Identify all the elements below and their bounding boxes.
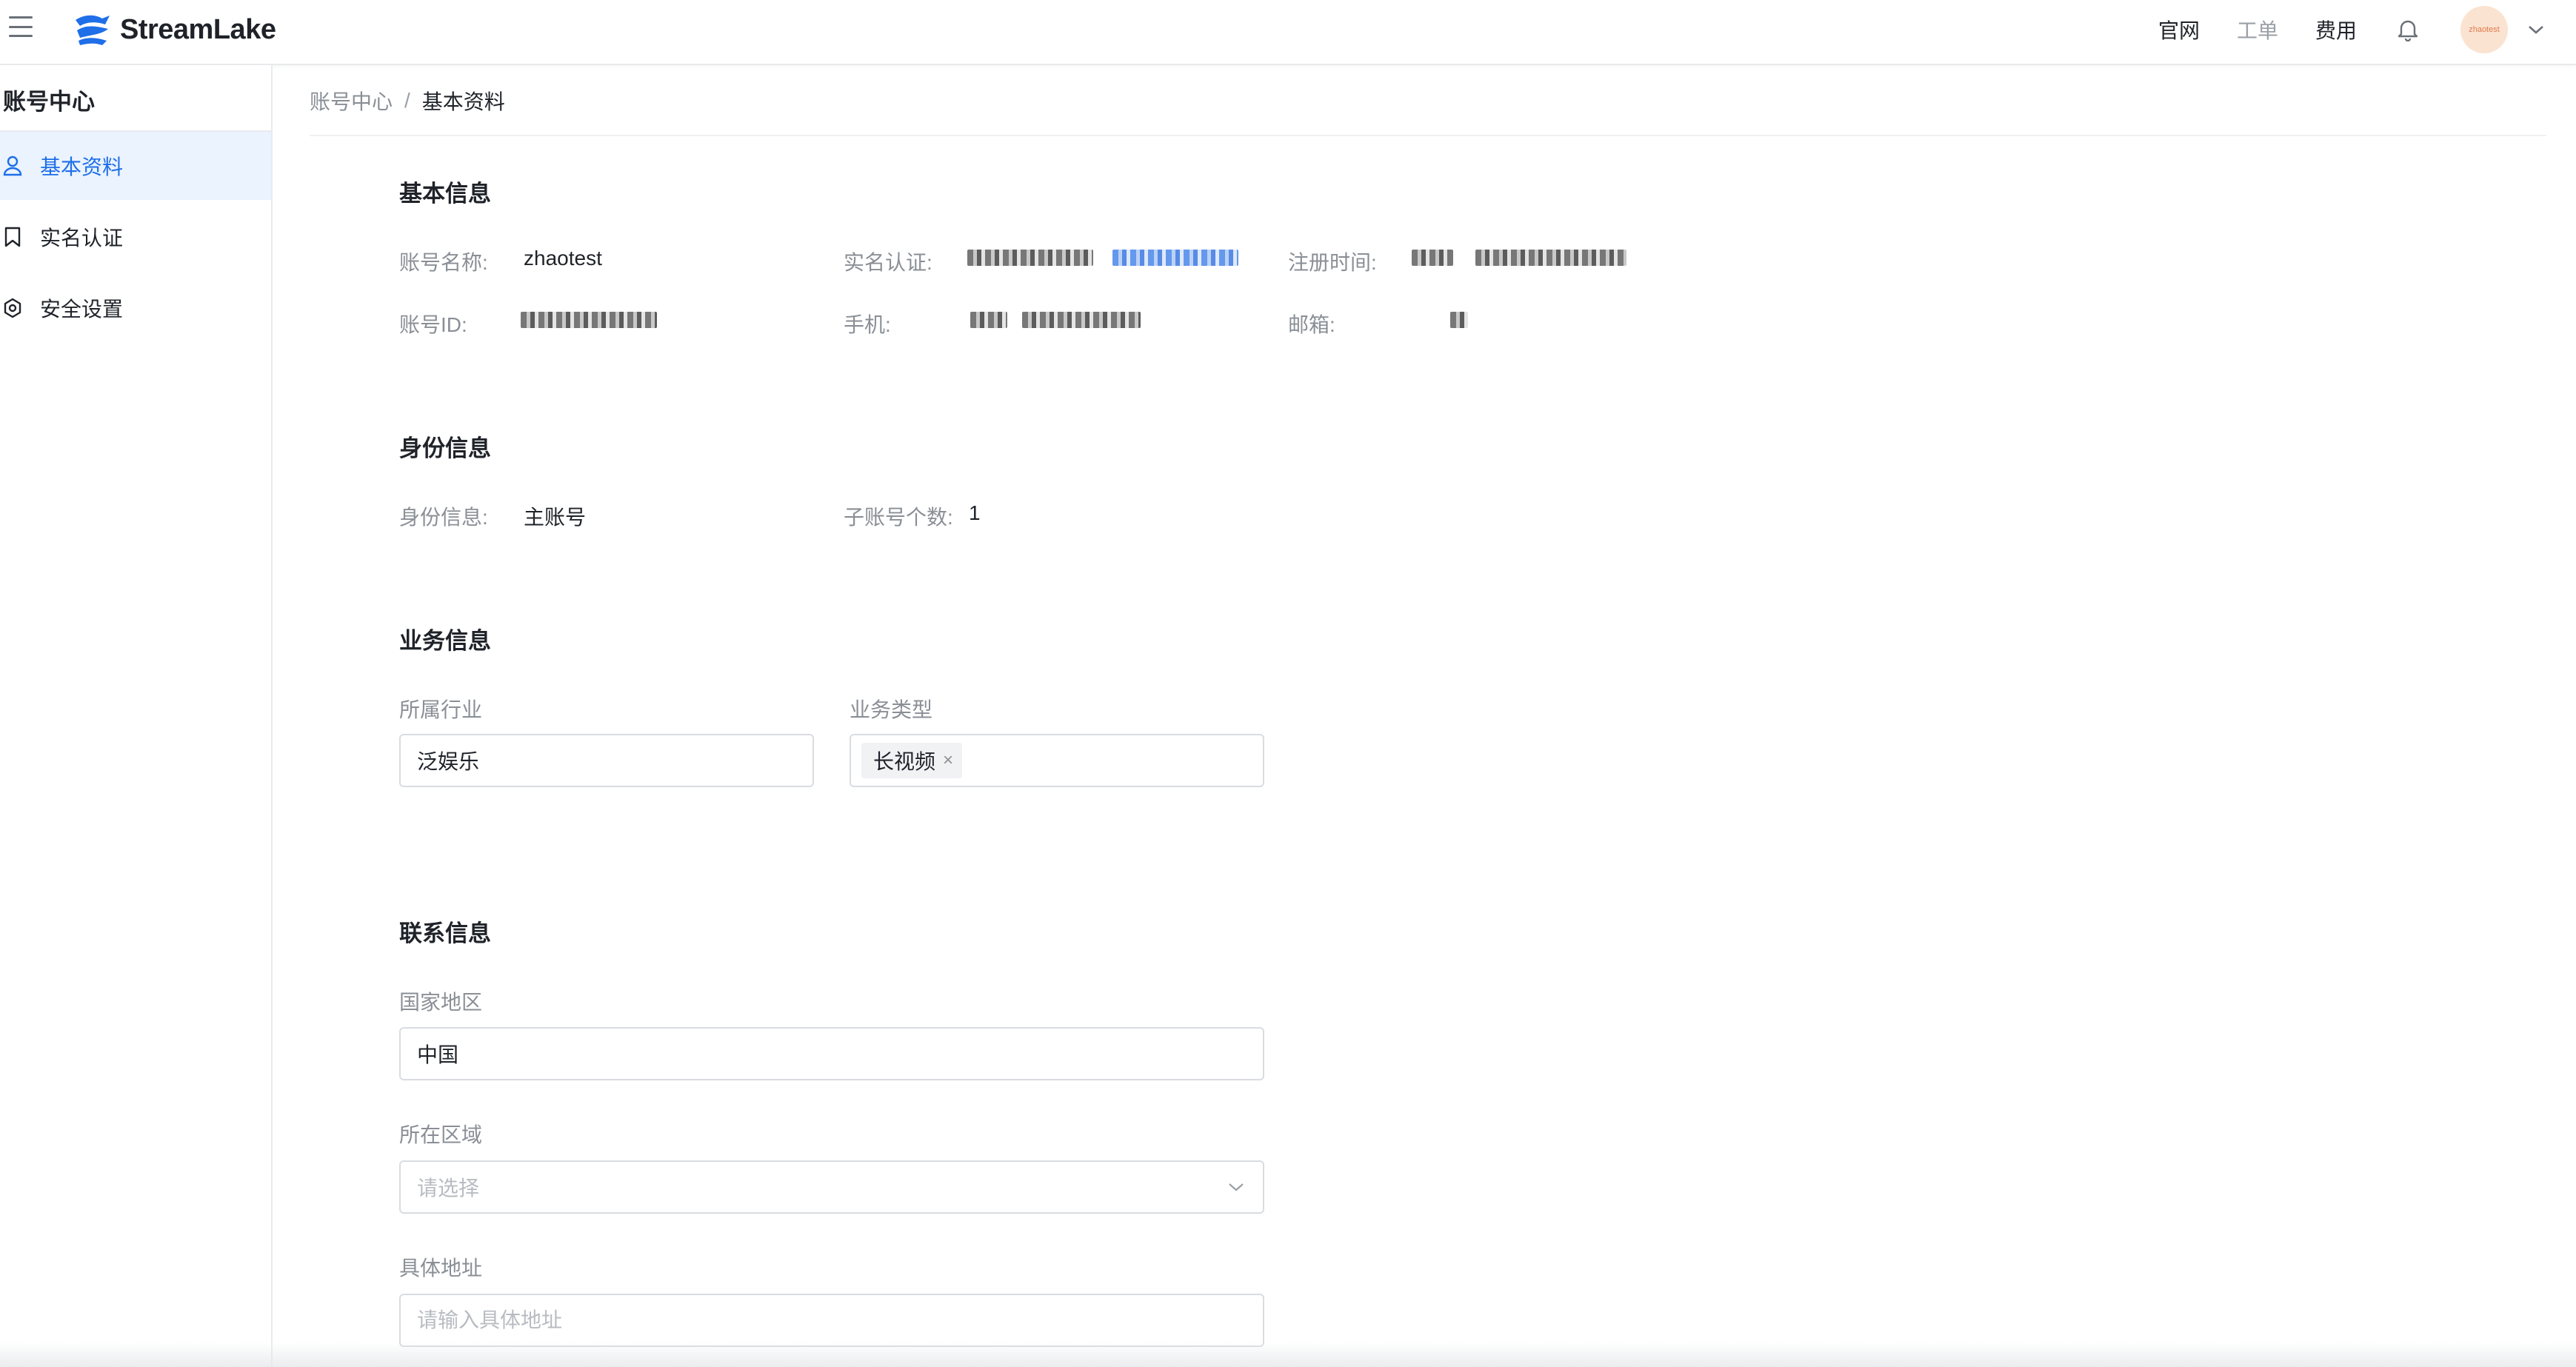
country-value: 中国: [417, 1043, 459, 1066]
address-label: 具体地址: [399, 1257, 483, 1280]
streamlake-logo-icon: [76, 15, 110, 45]
sub-accounts-label: 子账号个数:: [844, 506, 953, 529]
register-date-redacted: [1412, 250, 1453, 266]
real-name-status-redacted: [1112, 250, 1238, 266]
business-type-multiselect[interactable]: 长视频 ×: [850, 734, 1264, 787]
gear-icon: [1, 297, 24, 319]
real-name-redacted: [967, 250, 1093, 266]
top-right-actions: 官网 工单 费用 zhaotest: [2121, 0, 2546, 59]
account-name-label: 账号名称:: [399, 251, 488, 274]
region-select[interactable]: 请选择: [399, 1160, 1264, 1214]
sub-accounts-count: 1: [969, 501, 981, 524]
phone-label: 手机:: [844, 313, 891, 336]
user-icon: [1, 155, 24, 177]
sidebar-title: 账号中心: [3, 89, 95, 115]
real-name-auth-label: 实名认证:: [844, 251, 932, 274]
breadcrumb-current: 基本资料: [421, 90, 505, 113]
business-type-tag: 长视频 ×: [861, 743, 963, 778]
bottom-scroll-fade: [0, 1342, 2576, 1367]
identity-info-title: 身份信息: [399, 435, 491, 461]
account-id-redacted: [521, 312, 657, 328]
register-time-label: 注册时间:: [1288, 251, 1377, 274]
business-type-label: 业务类型: [850, 698, 933, 721]
email-redacted: [1450, 312, 1468, 328]
close-icon[interactable]: ×: [943, 750, 953, 771]
sidebar-item-label: 基本资料: [40, 156, 124, 178]
tag-label: 长视频: [873, 750, 936, 773]
sidebar-item-real-name-auth[interactable]: 实名认证: [0, 203, 271, 271]
region-label: 所在区域: [399, 1123, 483, 1146]
sidebar-item-label: 安全设置: [40, 298, 124, 321]
sidebar-item-security-settings[interactable]: 安全设置: [0, 274, 271, 342]
contact-info-title: 联系信息: [399, 920, 491, 946]
phone-number-redacted: [1022, 312, 1141, 328]
business-info-title: 业务信息: [399, 628, 491, 654]
register-time-redacted: [1475, 250, 1626, 266]
country-label: 国家地区: [399, 991, 483, 1014]
region-placeholder: 请选择: [417, 1177, 480, 1200]
basic-info-title: 基本信息: [399, 181, 491, 207]
email-label: 邮箱:: [1288, 313, 1335, 336]
hamburger-menu-icon[interactable]: [7, 13, 34, 40]
nav-official-site-link[interactable]: 官网: [2158, 15, 2200, 44]
industry-value: 泛娱乐: [417, 750, 480, 773]
address-input[interactable]: [399, 1294, 1264, 1347]
breadcrumb-divider: [310, 135, 2546, 136]
brand-logo[interactable]: StreamLake: [73, 7, 276, 52]
sidebar-item-label: 实名认证: [40, 227, 124, 250]
identity-value: 主账号: [524, 506, 587, 529]
user-avatar[interactable]: zhaotest: [2460, 6, 2508, 53]
bell-icon[interactable]: [2395, 17, 2420, 42]
country-select[interactable]: 中国: [399, 1027, 1264, 1080]
industry-select[interactable]: 泛娱乐: [399, 734, 814, 787]
sidebar-item-basic-profile[interactable]: 基本资料: [0, 132, 271, 200]
breadcrumb-separator: /: [404, 89, 410, 112]
nav-billing-link[interactable]: 费用: [2315, 15, 2357, 44]
brand-name: StreamLake: [120, 13, 276, 45]
top-navigation-bar: StreamLake 官网 工单 费用 zhaotest: [0, 0, 2576, 65]
account-name-value: zhaotest: [524, 247, 602, 270]
breadcrumb: 账号中心 / 基本资料: [310, 86, 505, 116]
chevron-down-icon[interactable]: [2526, 19, 2546, 40]
breadcrumb-parent-link[interactable]: 账号中心: [310, 86, 393, 116]
bookmark-icon: [1, 226, 24, 248]
identity-label: 身份信息:: [399, 506, 488, 529]
chevron-down-icon: [1226, 1177, 1247, 1197]
nav-tickets-link[interactable]: 工单: [2237, 15, 2278, 44]
industry-label: 所属行业: [399, 698, 483, 721]
phone-prefix-redacted: [970, 312, 1007, 328]
sidebar: 账号中心 基本资料 实名认证 安全设置: [0, 65, 273, 1367]
account-id-label: 账号ID:: [399, 313, 467, 336]
